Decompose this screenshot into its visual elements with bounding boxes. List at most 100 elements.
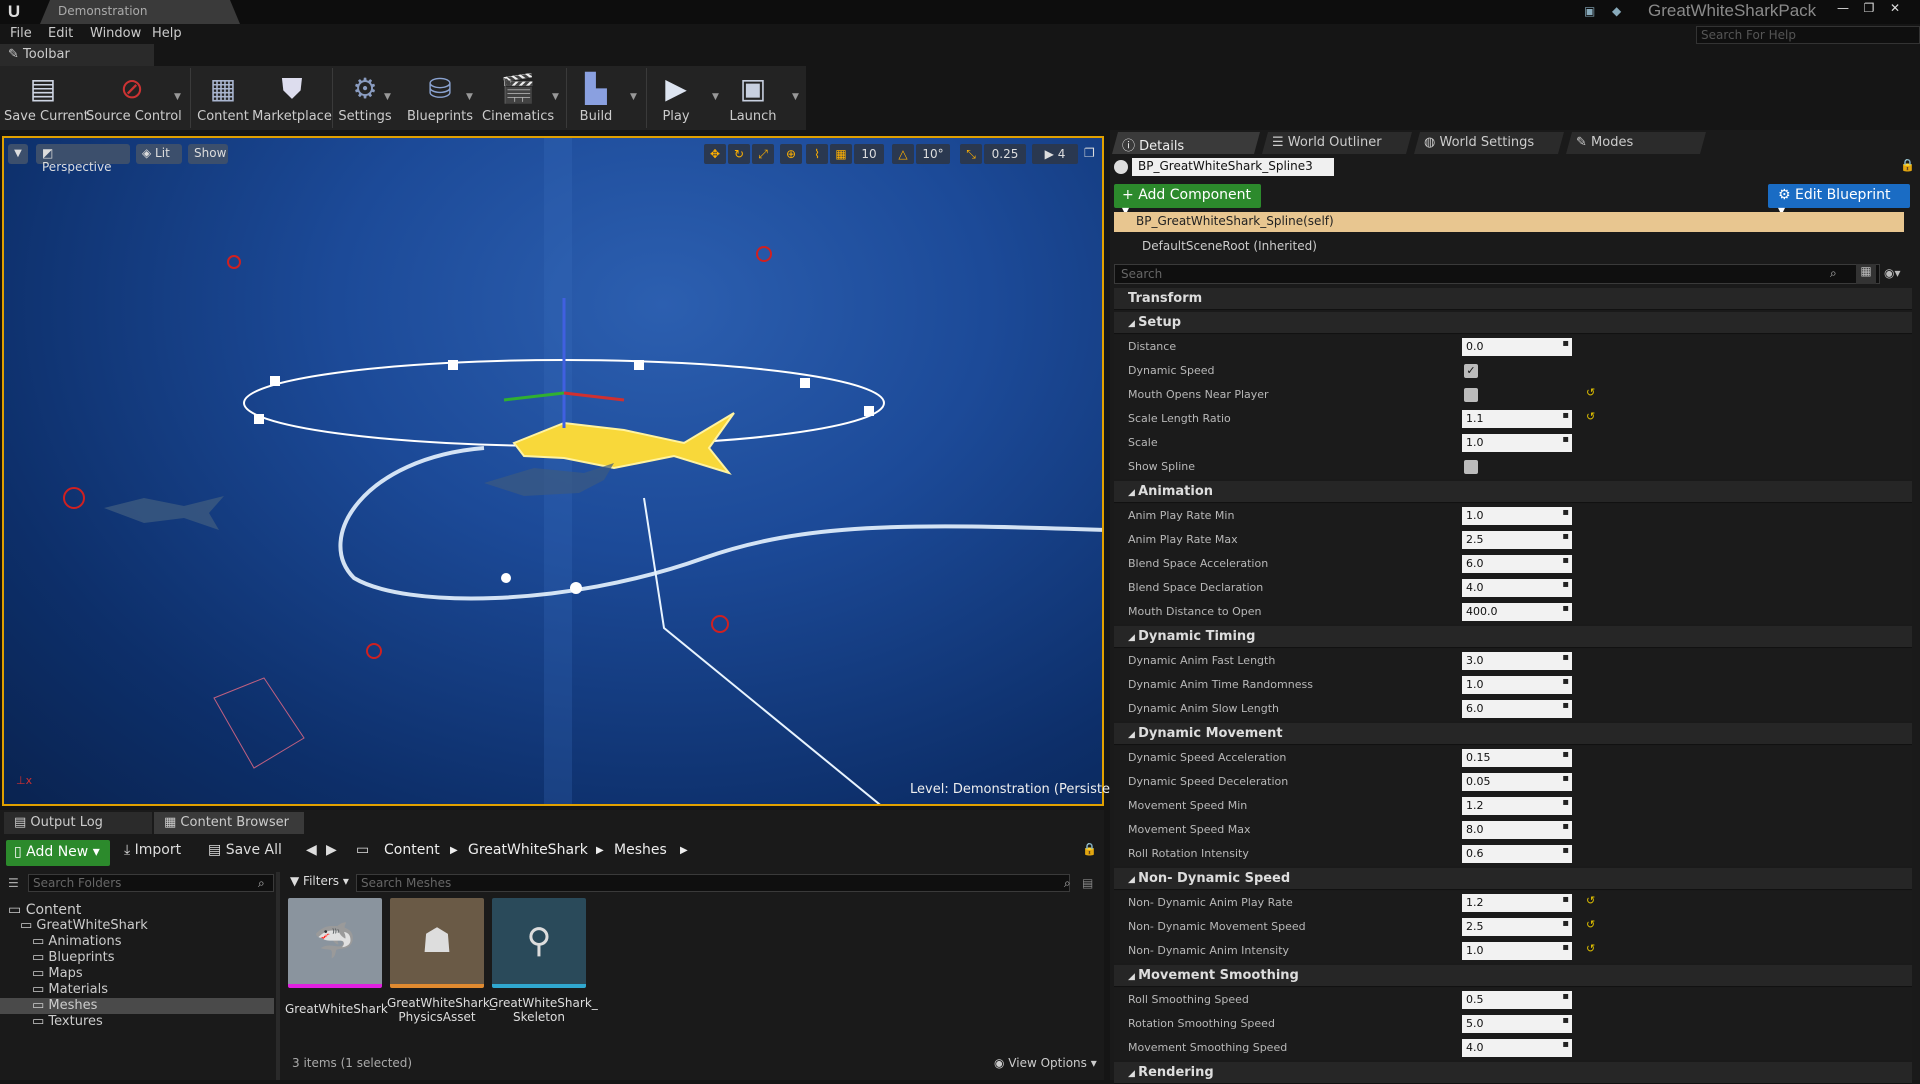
tab-world-outliner[interactable]: ☰ World Outliner: [1262, 132, 1412, 154]
import-button[interactable]: ⤓ Import: [124, 842, 181, 858]
property-value-field[interactable]: 8.0: [1462, 821, 1572, 839]
menu-file[interactable]: File: [10, 26, 32, 41]
property-value-field[interactable]: 400.0: [1462, 603, 1572, 621]
property-matrix-icon[interactable]: ▦: [1856, 264, 1876, 284]
property-checkbox[interactable]: [1464, 460, 1478, 474]
property-value-field[interactable]: 4.0: [1462, 1039, 1572, 1057]
scale-tool-icon[interactable]: ⤢: [752, 144, 774, 164]
category-1[interactable]: ◢ Animation: [1114, 481, 1912, 503]
add-new-button[interactable]: ▯ Add New ▾: [6, 840, 110, 866]
menu-window[interactable]: Window: [90, 26, 141, 41]
component-root-row[interactable]: DefaultSceneRoot (Inherited): [1114, 236, 1904, 256]
content-button[interactable]: ▦ Content: [194, 68, 252, 128]
folder-tree-item[interactable]: ▭ Meshes: [0, 998, 274, 1014]
asset-thumbnail[interactable]: ☗: [390, 898, 484, 988]
property-value-field[interactable]: 0.15: [1462, 749, 1572, 767]
property-value-field[interactable]: 1.1: [1462, 410, 1572, 428]
viewport-options-icon[interactable]: ▼: [8, 144, 28, 164]
property-value-field[interactable]: 1.2: [1462, 894, 1572, 912]
tab-details[interactable]: ⓘ Details: [1112, 132, 1260, 154]
save-search-icon[interactable]: ▤: [1082, 876, 1093, 890]
build-dropdown-icon[interactable]: ▼: [630, 92, 637, 102]
breadcrumb-content[interactable]: Content: [384, 842, 440, 858]
tab-world-settings[interactable]: ◍ World Settings: [1414, 132, 1564, 154]
notification-icon[interactable]: ◆: [1612, 4, 1628, 18]
play-dropdown-icon[interactable]: ▼: [712, 92, 719, 102]
level-viewport[interactable]: ▼ ◩ Perspective ◈ Lit Show ✥ ↻ ⤢ ⊕ ⌇ ▦ 1…: [2, 136, 1104, 806]
back-icon[interactable]: ◀: [306, 842, 317, 858]
marketplace-button[interactable]: ⛊ Marketplace: [252, 68, 332, 128]
property-value-field[interactable]: 3.0: [1462, 652, 1572, 670]
sources-toggle-icon[interactable]: ☰: [8, 876, 19, 890]
folder-search-input[interactable]: Search Folders: [28, 874, 274, 892]
property-value-field[interactable]: 5.0: [1462, 1015, 1572, 1033]
property-value-field[interactable]: 1.0: [1462, 676, 1572, 694]
lock-icon[interactable]: 🔒: [1900, 158, 1915, 172]
reset-to-default-icon[interactable]: ↺: [1586, 942, 1595, 955]
category-0[interactable]: ◢ Setup: [1114, 312, 1912, 334]
menu-help[interactable]: Help: [152, 26, 182, 41]
forward-icon[interactable]: ▶: [326, 842, 337, 858]
folder-tree-item[interactable]: ▭ Blueprints: [0, 950, 274, 966]
restore-icon[interactable]: ❐: [1856, 0, 1882, 18]
help-search-input[interactable]: Search For Help: [1696, 26, 1920, 44]
property-value-field[interactable]: 1.0: [1462, 942, 1572, 960]
tab-modes[interactable]: ✎ Modes: [1566, 132, 1706, 154]
property-checkbox[interactable]: ✓: [1464, 364, 1478, 378]
eye-icon[interactable]: ◉▾: [1884, 266, 1901, 280]
gizmo-x-axis[interactable]: [563, 391, 625, 402]
save-current-button[interactable]: ▤ Save Current: [4, 68, 89, 128]
property-value-field[interactable]: 2.5: [1462, 918, 1572, 936]
property-value-field[interactable]: 1.0: [1462, 434, 1572, 452]
scale-snap-icon[interactable]: ⤡: [960, 144, 982, 164]
folder-tree-item[interactable]: ▭ Textures: [0, 1014, 274, 1030]
minimize-icon[interactable]: —: [1830, 0, 1856, 18]
breadcrumb-meshes[interactable]: Meshes: [614, 842, 667, 858]
category-2[interactable]: ◢ Dynamic Timing: [1114, 626, 1912, 648]
property-value-field[interactable]: 1.0: [1462, 507, 1572, 525]
property-checkbox[interactable]: [1464, 388, 1478, 402]
add-component-button[interactable]: + Add Component ▾: [1114, 184, 1261, 219]
component-self-row[interactable]: BP_GreatWhiteShark_Spline(self): [1114, 212, 1904, 232]
document-tab[interactable]: Demonstration: [40, 0, 240, 24]
folder-tree-item[interactable]: ▭ Materials: [0, 982, 274, 998]
property-value-field[interactable]: 0.05: [1462, 773, 1572, 791]
rotation-snap-value[interactable]: 10°: [916, 144, 950, 164]
folder-tree-item[interactable]: ▭ GreatWhiteShark: [0, 918, 274, 934]
rotation-snap-icon[interactable]: △: [892, 144, 914, 164]
show-button[interactable]: Show: [188, 144, 228, 164]
surface-snap-icon[interactable]: ⌇: [806, 144, 828, 164]
menu-edit[interactable]: Edit: [48, 26, 73, 41]
play-button[interactable]: ▶ Play: [652, 68, 700, 128]
property-value-field[interactable]: 0.6: [1462, 845, 1572, 863]
save-all-button[interactable]: ▤ Save All: [208, 842, 282, 858]
property-value-field[interactable]: 4.0: [1462, 579, 1572, 597]
tab-output-log[interactable]: ▤ Output Log: [4, 812, 152, 834]
launch-button[interactable]: ▣ Launch: [728, 68, 778, 128]
view-options-button[interactable]: ◉ View Options ▾: [994, 1056, 1097, 1070]
breadcrumb-greatwhiteshark[interactable]: GreatWhiteShark: [468, 842, 588, 858]
folder-tree-item[interactable]: ▭ Animations: [0, 934, 274, 950]
asset-thumbnail[interactable]: 🦈: [288, 898, 382, 988]
translate-tool-icon[interactable]: ✥: [704, 144, 726, 164]
splitter[interactable]: [276, 872, 280, 1080]
rotate-tool-icon[interactable]: ↻: [728, 144, 750, 164]
category-3[interactable]: ◢ Dynamic Movement: [1114, 723, 1912, 745]
lit-button[interactable]: ◈ Lit: [136, 144, 182, 164]
property-value-field[interactable]: 0.0: [1462, 338, 1572, 356]
category-6[interactable]: ◢ Rendering: [1114, 1062, 1912, 1084]
edit-blueprint-button[interactable]: ⚙ Edit Blueprint ▾: [1768, 184, 1910, 219]
mesh-search-input[interactable]: Search Meshes: [356, 874, 1070, 892]
property-value-field[interactable]: 0.5: [1462, 991, 1572, 1009]
category-5[interactable]: ◢ Movement Smoothing: [1114, 965, 1912, 987]
category-transform[interactable]: Transform: [1114, 288, 1912, 310]
property-value-field[interactable]: 1.2: [1462, 797, 1572, 815]
chat-icon[interactable]: ▣: [1584, 4, 1600, 18]
reset-to-default-icon[interactable]: ↺: [1586, 386, 1595, 399]
category-4[interactable]: ◢ Non- Dynamic Speed: [1114, 868, 1912, 890]
cinematics-dropdown-icon[interactable]: ▼: [552, 92, 559, 102]
lock-browser-icon[interactable]: 🔒: [1082, 842, 1097, 856]
unreal-logo-icon[interactable]: U: [4, 2, 24, 22]
reset-to-default-icon[interactable]: ↺: [1586, 410, 1595, 423]
source-control-dropdown-icon[interactable]: ▼: [174, 92, 181, 102]
